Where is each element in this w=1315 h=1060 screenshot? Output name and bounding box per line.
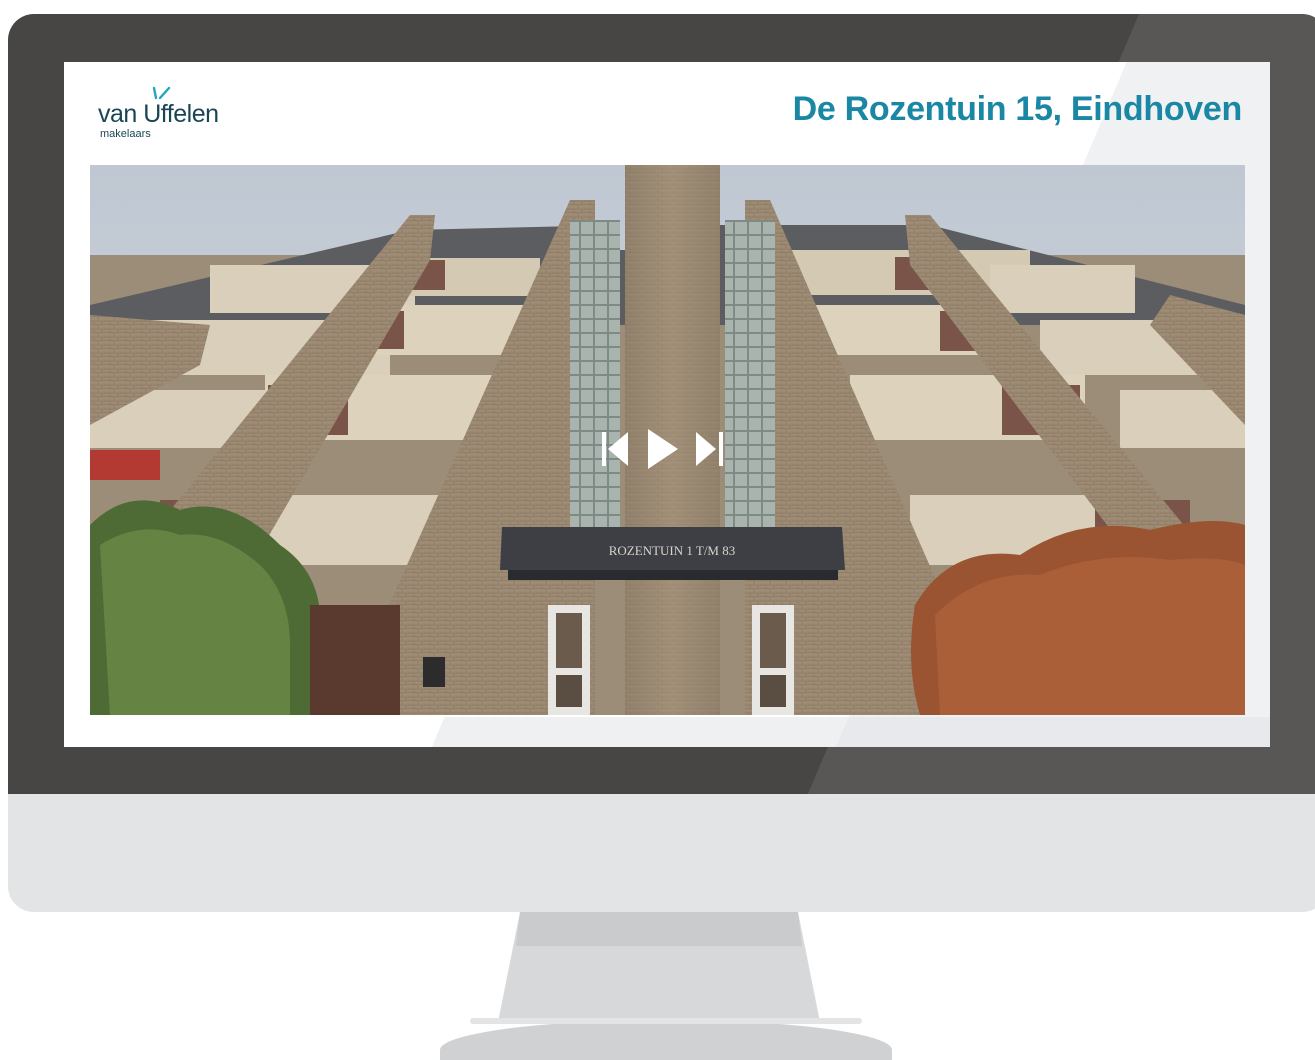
monitor-stand-shadow xyxy=(516,912,802,946)
monitor-stand-base xyxy=(440,1020,892,1060)
property-photo: ROZENTUIN 1 T/M 83 xyxy=(90,165,1245,715)
glass-block-right xyxy=(725,220,775,530)
monitor-chin xyxy=(8,794,1315,912)
skip-forward-icon[interactable] xyxy=(696,432,724,466)
play-icon[interactable] xyxy=(648,429,678,469)
monitor-stand-base-edge xyxy=(470,1018,862,1024)
logo-tagline: makelaars xyxy=(100,128,151,140)
logo-wordmark: van Uffelen xyxy=(98,100,219,128)
canopy-sign: ROZENTUIN 1 T/M 83 xyxy=(609,543,736,558)
mailbox xyxy=(423,657,445,687)
glass-block-left xyxy=(570,220,620,530)
listing-title: De Rozentuin 15, Eindhoven xyxy=(792,90,1243,128)
player-controls xyxy=(602,429,724,469)
wooden-gate xyxy=(310,605,400,715)
skip-back-icon[interactable] xyxy=(602,432,630,466)
screen: van Uffelen makelaars De Rozentuin 15, E… xyxy=(64,62,1270,747)
